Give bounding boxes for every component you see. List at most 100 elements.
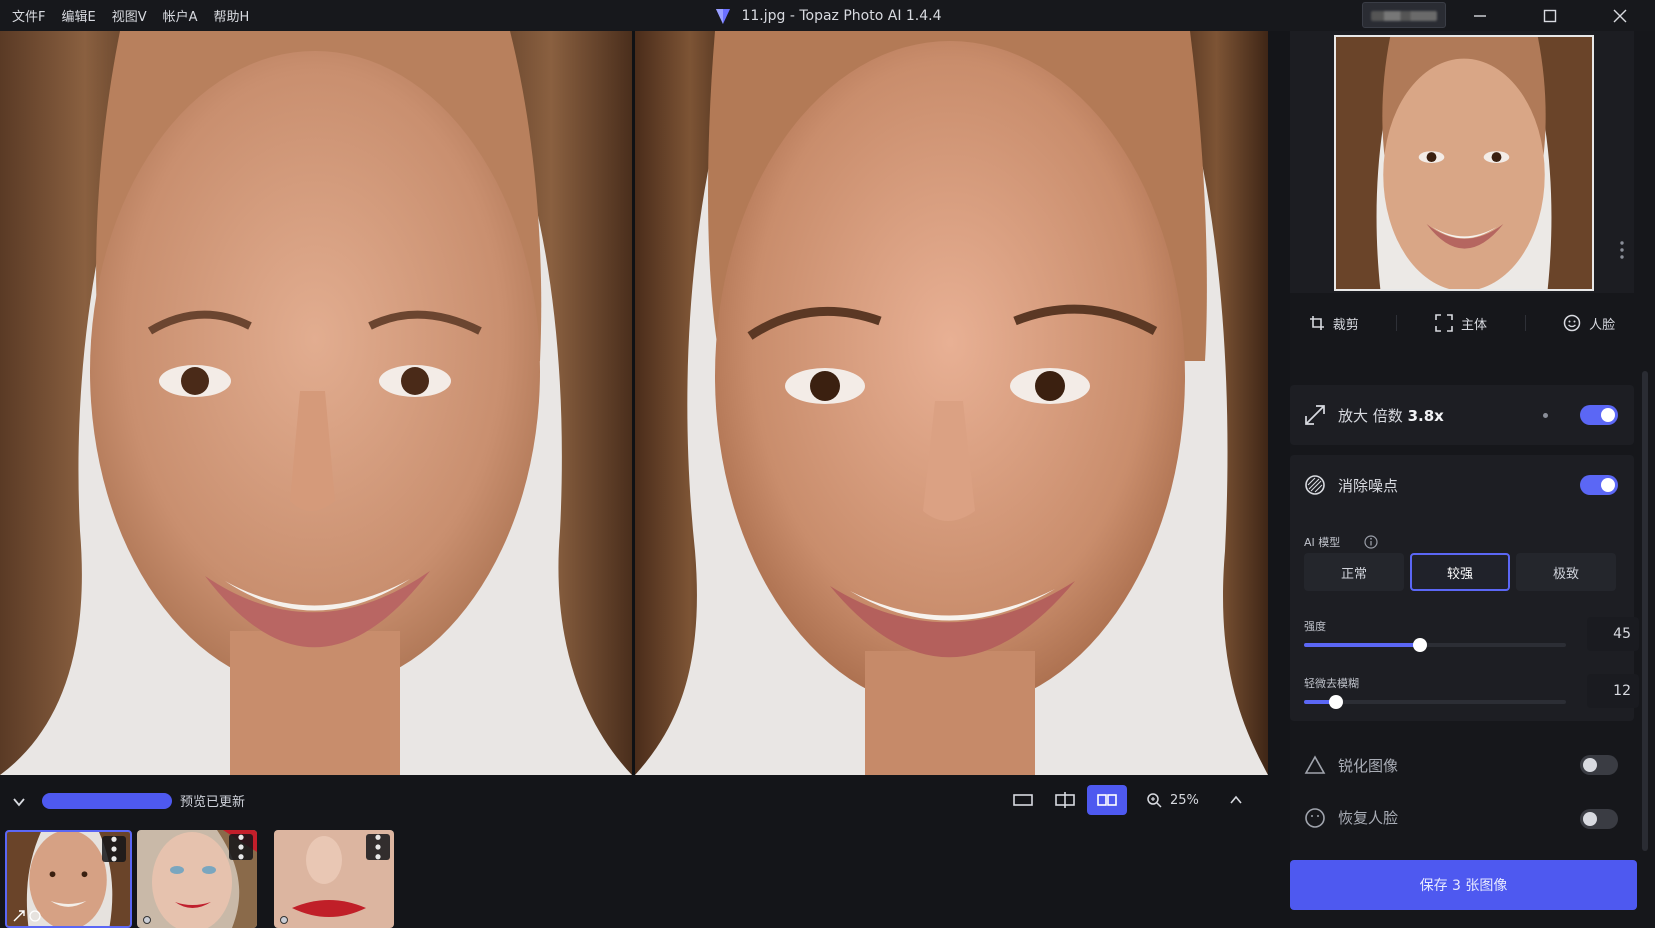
sharpen-header[interactable]: 锐化图像 (1290, 735, 1634, 795)
more-vertical-icon (1620, 241, 1624, 259)
single-view-icon (1013, 794, 1033, 806)
thumbnail-item[interactable] (137, 830, 257, 928)
more-vertical-icon (111, 836, 117, 862)
split-view-button[interactable] (1045, 785, 1085, 815)
menu-edit[interactable]: 编辑E (53, 0, 103, 31)
single-view-button[interactable] (1003, 785, 1043, 815)
face-tool-button[interactable]: 人脸 (1563, 314, 1615, 333)
recover-face-header[interactable]: 恢复人脸 (1290, 803, 1634, 829)
collapse-filmstrip-button[interactable] (6, 789, 32, 815)
navigator-image[interactable] (1334, 35, 1594, 291)
close-icon (1613, 9, 1627, 22)
account-name-blurred (1371, 11, 1437, 21)
denoise-icon (1305, 475, 1325, 495)
sharpen-toggle[interactable] (1580, 755, 1618, 775)
original-photo (0, 31, 632, 775)
settings-panel: 裁剪 主体 人脸 放大 倍数 3.8x 消除噪点 AI 模型 正常 较强 极致 … (1290, 31, 1655, 928)
thumbnail-badges (280, 916, 288, 924)
processed-photo (635, 31, 1268, 775)
subject-tool-button[interactable]: 主体 (1435, 314, 1487, 333)
denoise-header[interactable]: 消除噪点 (1290, 455, 1634, 515)
upscale-header[interactable]: 放大 倍数 3.8x (1290, 385, 1634, 445)
model-extreme-button[interactable]: 极致 (1516, 553, 1616, 591)
navigator[interactable] (1290, 31, 1634, 293)
upscale-modified-dot (1543, 412, 1548, 418)
face-tool-label: 人脸 (1589, 317, 1616, 333)
recover-face-label: 恢复人脸 (1338, 809, 1399, 827)
save-images-button[interactable]: 保存 3 张图像 (1290, 860, 1637, 910)
info-icon[interactable] (1364, 535, 1378, 549)
preview-progress-bar (42, 793, 172, 809)
minimize-button[interactable] (1445, 0, 1515, 31)
settings-scrollbar[interactable] (1642, 371, 1648, 851)
denoise-badge-icon (29, 910, 41, 922)
menu-account[interactable]: 帐户A (155, 0, 206, 31)
title-bar: 文件F 编辑E 视图V 帐户A 帮助H 11.jpg - Topaz Photo… (0, 0, 1655, 31)
original-preview-pane[interactable] (0, 31, 632, 775)
window-title-text: 11.jpg - Topaz Photo AI 1.4.4 (741, 7, 942, 24)
subject-tool-label: 主体 (1460, 317, 1487, 333)
upscale-toggle[interactable] (1580, 405, 1618, 425)
chevron-down-icon (13, 798, 25, 807)
filmstrip (0, 827, 1268, 928)
upscale-label: 放大 倍数 3.8x (1338, 405, 1444, 426)
side-by-side-view-button[interactable] (1087, 785, 1127, 815)
thumbnail-badges (13, 910, 41, 922)
status-dot (280, 916, 288, 924)
menu-file[interactable]: 文件F (4, 0, 53, 31)
strength-label: 强度 (1304, 620, 1326, 633)
recover-face-toggle[interactable] (1580, 809, 1618, 829)
deblur-slider[interactable] (1304, 695, 1566, 709)
zoom-control[interactable]: 25% (1140, 785, 1268, 815)
face-icon (1563, 314, 1581, 332)
upscale-factor: 3.8x (1407, 406, 1444, 425)
account-chip[interactable] (1362, 2, 1446, 28)
maximize-button[interactable] (1515, 0, 1585, 31)
more-vertical-icon (238, 834, 244, 860)
upscale-card: 放大 倍数 3.8x (1290, 385, 1634, 445)
menu-bar: 文件F 编辑E 视图V 帐户A 帮助H (0, 0, 257, 31)
preview-area[interactable] (0, 31, 1268, 775)
thumbnail-badges (143, 916, 151, 924)
upscale-badge-icon (13, 910, 25, 922)
split-view-icon (1055, 792, 1075, 808)
tool-divider (1524, 315, 1526, 331)
sharpen-icon (1304, 755, 1326, 774)
strength-value[interactable]: 45 (1587, 617, 1639, 651)
crop-icon (1309, 316, 1324, 330)
strength-slider-knob[interactable] (1413, 638, 1427, 652)
ai-model-label-text: AI 模型 (1304, 536, 1341, 549)
navigator-menu-button[interactable] (1620, 241, 1624, 263)
denoise-label: 消除噪点 (1338, 476, 1399, 495)
deblur-value[interactable]: 12 (1587, 674, 1639, 708)
close-button[interactable] (1585, 0, 1655, 31)
denoise-toggle[interactable] (1580, 475, 1618, 495)
ai-model-selector: 正常 较强 极致 (1304, 553, 1616, 591)
thumbnail-menu-button[interactable] (102, 836, 126, 862)
subject-icon (1435, 314, 1453, 332)
menu-help[interactable]: 帮助H (206, 0, 258, 31)
strength-slider-fill (1304, 643, 1420, 647)
model-normal-button[interactable]: 正常 (1304, 553, 1404, 591)
thumbnail-menu-button[interactable] (366, 834, 390, 860)
processed-preview-pane[interactable] (635, 31, 1268, 775)
deblur-slider-knob[interactable] (1329, 695, 1343, 709)
crop-tool-label: 裁剪 (1332, 317, 1359, 333)
tool-divider (1396, 315, 1398, 331)
thumbnail-item[interactable] (5, 830, 132, 928)
upscale-icon (1305, 405, 1325, 425)
navigator-photo (1336, 37, 1592, 289)
chevron-up-icon[interactable] (1229, 793, 1243, 807)
maximize-icon (1543, 9, 1557, 22)
more-vertical-icon (375, 834, 381, 860)
thumbnail-menu-button[interactable] (229, 834, 253, 860)
strength-slider[interactable] (1304, 638, 1566, 652)
model-strong-button[interactable]: 较强 (1410, 553, 1510, 591)
topaz-logo-icon (716, 8, 731, 24)
menu-view[interactable]: 视图V (104, 0, 155, 31)
thumbnail-item[interactable] (274, 830, 394, 928)
recover-face-icon (1305, 808, 1325, 828)
crop-tool-button[interactable]: 裁剪 (1309, 314, 1359, 333)
bottom-bar: 预览已更新 25% (0, 775, 1268, 827)
deblur-label: 轻微去模糊 (1304, 677, 1359, 690)
